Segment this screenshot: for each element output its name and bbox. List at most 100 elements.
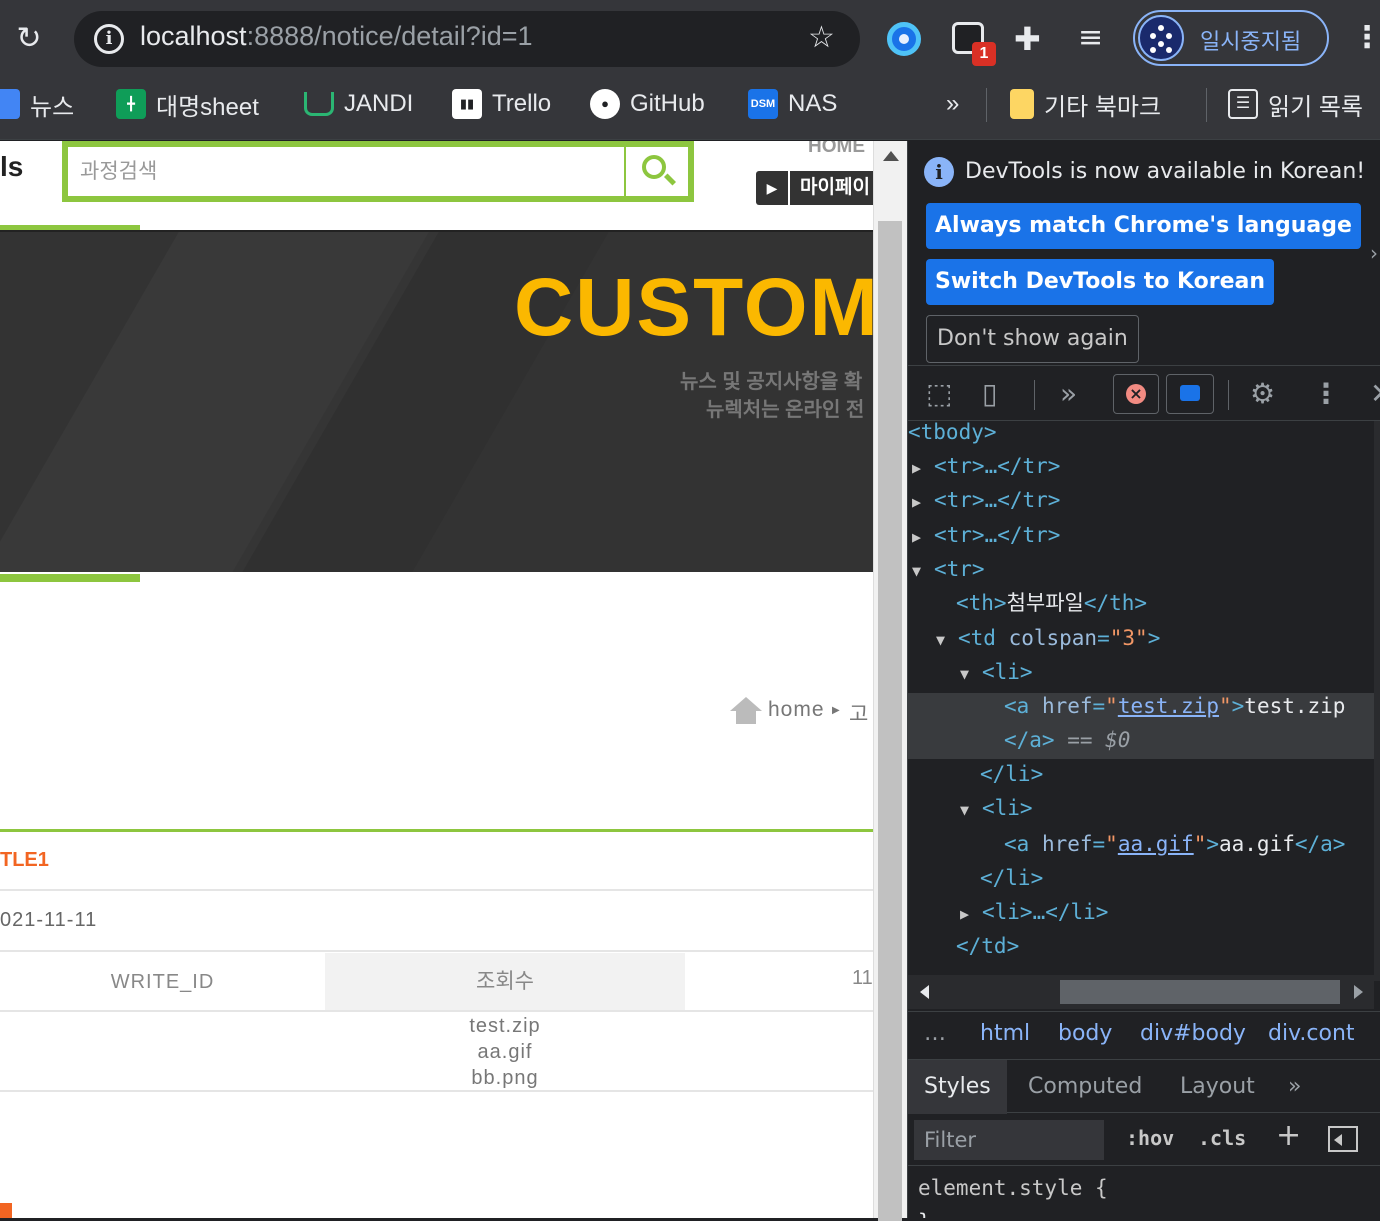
- tag-a-open: <a: [1004, 832, 1042, 856]
- banner-title: CUSTOM: [514, 262, 873, 353]
- crumb-body[interactable]: body: [1058, 1021, 1112, 1046]
- always-match-language-button[interactable]: Always match Chrome's language: [926, 203, 1361, 249]
- dont-show-again-button[interactable]: Don't show again: [926, 315, 1139, 363]
- collapse-arrow-icon[interactable]: ▼: [912, 554, 934, 588]
- dom-node-li[interactable]: ▼ <li>: [960, 655, 1033, 689]
- dom-node-tr[interactable]: ▶ <tr>…</tr>: [912, 518, 1060, 552]
- cls-toggle[interactable]: .cls: [1198, 1126, 1246, 1150]
- styles-filter-input[interactable]: [914, 1120, 1104, 1160]
- extension-blue-icon[interactable]: [887, 22, 921, 56]
- bookmark-nas[interactable]: DSM NAS: [748, 86, 837, 122]
- attachment-link[interactable]: test.zip: [469, 1015, 540, 1037]
- url-text[interactable]: localhost:8888/notice/detail?id=1: [140, 21, 533, 52]
- expand-arrow-icon[interactable]: ▶: [912, 451, 934, 485]
- crumb-ellipsis[interactable]: …: [924, 1021, 946, 1046]
- dom-node-a-selected[interactable]: <a href="test.zip">test.zip: [1004, 689, 1345, 723]
- collapse-arrow-icon[interactable]: ▼: [936, 623, 958, 657]
- dom-node-li[interactable]: ▶ <li>…</li>: [960, 895, 1108, 929]
- dom-node-tr[interactable]: ▶ <tr>…</tr>: [912, 449, 1060, 483]
- home-icon-wall: [736, 710, 756, 724]
- breadcrumb-current[interactable]: 고: [849, 698, 868, 728]
- reading-list-button[interactable]: ☰ 읽기 목록: [1228, 86, 1363, 122]
- toggle-sidebar-icon[interactable]: [1328, 1126, 1358, 1152]
- expand-arrow-icon[interactable]: ▶: [912, 520, 934, 554]
- dom-node-tr-open[interactable]: ▼ <tr>: [912, 552, 985, 586]
- selected-marker: == $0: [1054, 728, 1131, 752]
- extensions-puzzle-icon[interactable]: ✚: [1014, 20, 1041, 58]
- home-link[interactable]: HOME: [808, 141, 865, 158]
- media-control-icon[interactable]: ≡: [1078, 20, 1103, 55]
- scroll-left-icon[interactable]: [920, 985, 929, 999]
- dom-node-a-close[interactable]: </a> == $0: [1004, 723, 1130, 757]
- dom-node-tbody[interactable]: <tbody>: [908, 415, 997, 449]
- bookmark-github[interactable]: ● GitHub: [590, 86, 705, 122]
- attachment-link[interactable]: bb.png: [471, 1067, 538, 1089]
- bookmark-star-icon[interactable]: ☆: [808, 20, 835, 55]
- home-icon[interactable]: [730, 697, 762, 725]
- expand-arrow-icon[interactable]: ▶: [912, 485, 934, 519]
- site-logo[interactable]: ls: [0, 151, 23, 183]
- bookmarks-overflow-button[interactable]: »: [946, 86, 959, 122]
- dom-node-th[interactable]: <th>첨부파일</th>: [956, 586, 1147, 620]
- errors-icon[interactable]: [1113, 374, 1159, 414]
- collapse-arrow-icon[interactable]: ▼: [960, 657, 982, 691]
- dom-node-li-close[interactable]: </li>: [980, 757, 1043, 791]
- dom-node-li[interactable]: ▼ <li>: [960, 791, 1033, 825]
- bookmark-folder-other[interactable]: 기타 북마크: [1010, 86, 1161, 122]
- scroll-up-icon[interactable]: [883, 151, 899, 161]
- crumb-html[interactable]: html: [980, 1021, 1030, 1046]
- dom-node-li-close[interactable]: </li>: [980, 861, 1043, 895]
- scrollbar-thumb[interactable]: [1060, 980, 1340, 1004]
- attr-link[interactable]: test.zip: [1118, 694, 1219, 718]
- dom-vertical-scrollbar[interactable]: [1374, 421, 1380, 981]
- tag-li-close: </li>: [980, 866, 1044, 890]
- crumb-div-cont[interactable]: div.cont: [1268, 1021, 1355, 1046]
- messages-icon[interactable]: [1166, 374, 1214, 414]
- bookmark-trello[interactable]: ▮▮ Trello: [452, 86, 551, 122]
- dom-node-td[interactable]: ▼ <td colspan="3">: [936, 621, 1160, 655]
- search-button[interactable]: [624, 147, 688, 196]
- switch-to-korean-button[interactable]: Switch DevTools to Korean: [926, 259, 1275, 305]
- attachment-link[interactable]: aa.gif: [478, 1041, 533, 1063]
- dom-node-a[interactable]: <a href="aa.gif">aa.gif</a>: [1004, 827, 1345, 861]
- tab-layout[interactable]: Layout: [1164, 1060, 1271, 1114]
- element-style-rule[interactable]: element.style { }: [918, 1171, 1108, 1218]
- dom-node-tr[interactable]: ▶ <tr>…</tr>: [912, 483, 1060, 517]
- inspect-element-icon[interactable]: ⬚: [926, 378, 952, 410]
- tab-more[interactable]: »: [1272, 1060, 1317, 1114]
- attr-link[interactable]: aa.gif: [1118, 832, 1194, 856]
- page-scrollbar[interactable]: [873, 141, 907, 1221]
- hov-toggle[interactable]: :hov: [1126, 1126, 1174, 1150]
- new-style-rule-icon[interactable]: +: [1276, 1118, 1301, 1153]
- device-toolbar-icon[interactable]: ▯: [982, 378, 997, 410]
- scroll-right-icon[interactable]: [1354, 985, 1363, 999]
- chrome-menu-icon[interactable]: ⋮: [1352, 20, 1380, 55]
- bookmark-sheet[interactable]: ╋ 대명sheet: [116, 86, 259, 122]
- breadcrumb-home[interactable]: home: [768, 698, 825, 722]
- attr-name: colspan: [1008, 626, 1098, 650]
- more-tabs-icon[interactable]: »: [1060, 378, 1077, 410]
- mypage-link[interactable]: 마이페이: [790, 171, 873, 205]
- bookmark-jandi[interactable]: JANDI: [304, 86, 413, 122]
- devtools-menu-icon[interactable]: ⋮: [1312, 378, 1340, 410]
- crumb-div-body[interactable]: div#body: [1140, 1021, 1246, 1046]
- views-header: 조회수: [325, 953, 685, 1011]
- expand-arrow-icon[interactable]: ▶: [960, 897, 982, 931]
- attachment-item: bb.png: [420, 1065, 590, 1091]
- close-devtools-icon[interactable]: ✕: [1370, 378, 1380, 410]
- info-icon: i: [924, 157, 954, 187]
- collapse-arrow-icon[interactable]: ▼: [960, 793, 982, 827]
- reload-icon[interactable]: ↻: [10, 20, 48, 58]
- site-info-icon[interactable]: i: [94, 24, 124, 54]
- tab-styles[interactable]: Styles: [908, 1060, 1007, 1114]
- notice-title: TLE1: [0, 849, 49, 871]
- scrollbar-thumb[interactable]: [878, 221, 902, 1221]
- bookmark-folder-label: 기타 북마크: [1044, 93, 1162, 121]
- course-search-input[interactable]: [68, 147, 624, 196]
- dom-horizontal-scrollbar[interactable]: [908, 975, 1374, 1009]
- dom-node-td-close[interactable]: </td>: [956, 929, 1019, 963]
- bookmark-news[interactable]: 뉴스: [0, 86, 74, 122]
- tab-computed[interactable]: Computed: [1012, 1060, 1158, 1114]
- settings-gear-icon[interactable]: ⚙: [1250, 378, 1275, 410]
- close-banner-icon[interactable]: ›: [1370, 241, 1378, 265]
